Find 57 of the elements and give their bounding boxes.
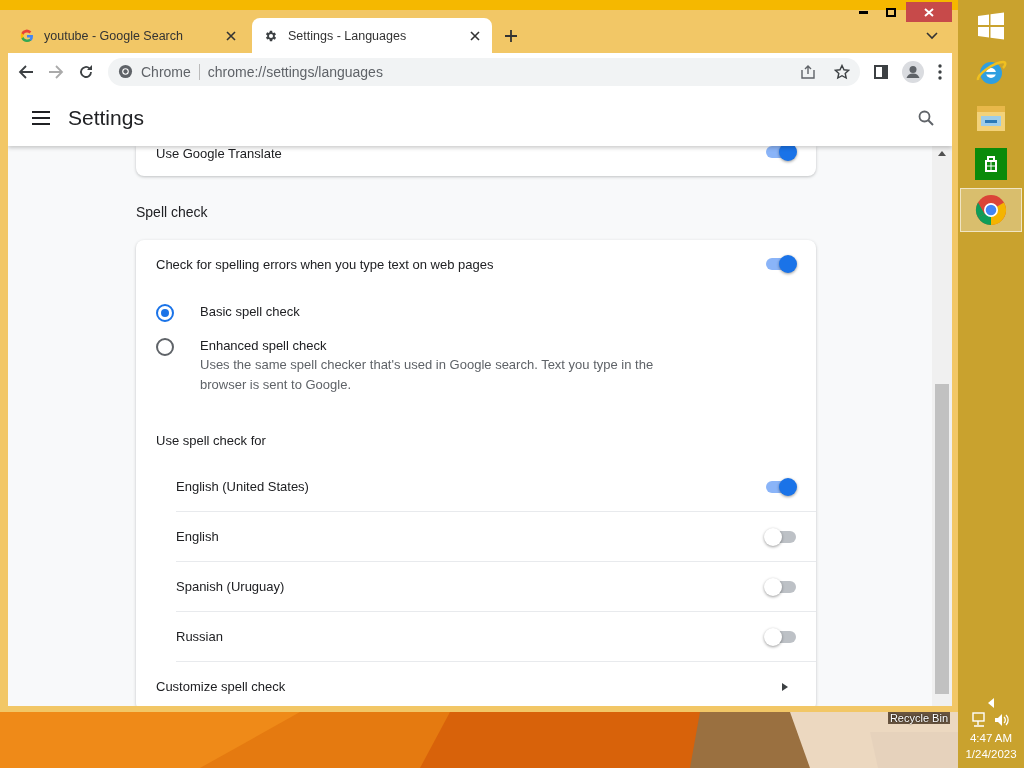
profile-avatar[interactable] (902, 60, 924, 83)
option-description: Uses the same spell checker that's used in Google search. Text you type in the browser is sent to Google. (200, 356, 655, 394)
site-label: Chrome (141, 63, 191, 80)
toggle-switch[interactable] (766, 530, 796, 543)
star-icon[interactable] (834, 63, 850, 80)
close-button[interactable] (906, 2, 952, 22)
address-text: chrome://settings/languages (207, 63, 384, 80)
toggle-switch[interactable] (766, 258, 796, 270)
minimize-icon (858, 10, 868, 14)
store-bag-icon (975, 148, 1007, 180)
desktop-icon-label: Recycle Bin (887, 712, 950, 724)
plus-icon (504, 28, 518, 43)
share-icon[interactable] (800, 63, 816, 80)
language-label: Russian (176, 629, 224, 644)
radio-button[interactable] (156, 304, 174, 322)
close-icon (924, 7, 934, 17)
menu-button[interactable] (32, 111, 50, 125)
option-label: Basic spell check (200, 304, 300, 319)
radio-button[interactable] (156, 338, 174, 356)
subsection-label: Use spell check for (155, 432, 267, 450)
toggle-switch[interactable] (766, 146, 796, 158)
forward-button[interactable] (48, 63, 64, 80)
speaker-icon[interactable] (994, 712, 1010, 728)
scrollbar[interactable] (932, 146, 952, 706)
setting-label: Use Google Translate (156, 146, 283, 161)
language-label: English (176, 529, 220, 544)
browser-tab[interactable]: Settings - Languages (252, 18, 492, 53)
customize-spell-check-link[interactable]: Customize spell check (136, 662, 816, 706)
browser-tab[interactable]: youtube - Google Search (8, 18, 248, 53)
chevron-down-icon (926, 31, 938, 40)
setting-label: Check for spelling errors when you type text on web pages (156, 256, 495, 272)
side-panel-button[interactable] (874, 64, 888, 79)
reload-button[interactable] (78, 63, 94, 80)
back-button[interactable] (18, 63, 34, 80)
close-icon[interactable] (470, 30, 480, 41)
settings-icon (264, 28, 278, 43)
chrome-icon (118, 64, 133, 79)
folder-icon (975, 103, 1007, 133)
caret-icon[interactable] (988, 698, 994, 708)
option-label: Enhanced spell check (200, 338, 328, 353)
maximize-icon (886, 7, 896, 17)
language-label: Spanish (Uruguay) (176, 579, 286, 594)
section-heading: Spell check (136, 203, 209, 222)
toggle-switch[interactable] (766, 630, 796, 643)
google-icon (20, 28, 34, 43)
chrome-icon (975, 194, 1007, 226)
windows-logo-icon (977, 12, 1005, 40)
arrow-right-icon (782, 682, 788, 691)
search-button[interactable] (918, 110, 934, 126)
toggle-switch[interactable] (766, 480, 796, 493)
page-title: Settings (68, 106, 145, 130)
address-bar[interactable]: Chrome chrome://settings/languages (108, 57, 860, 86)
taskbar-app[interactable] (960, 188, 1022, 232)
close-icon[interactable] (226, 30, 236, 41)
toggle-switch[interactable] (766, 580, 796, 593)
language-label: English (United States) (176, 479, 310, 494)
menu-button[interactable] (938, 63, 942, 80)
